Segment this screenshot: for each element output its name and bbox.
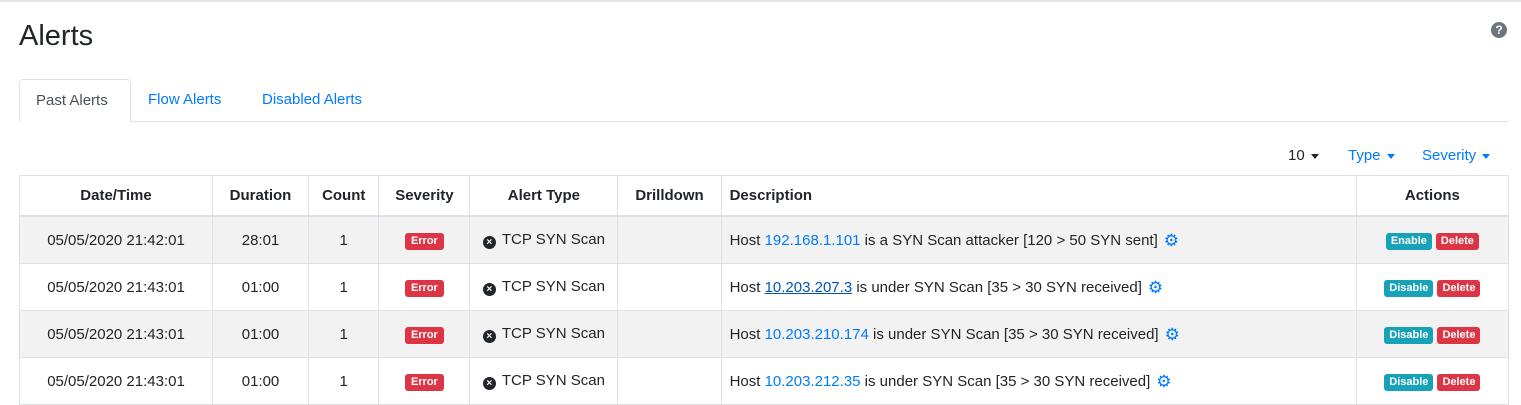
description-text: is under SYN Scan [35 > 30 SYN received] xyxy=(868,325,1159,343)
gear-icon[interactable]: ⚙ xyxy=(1156,373,1171,390)
host-link[interactable]: 10.203.207.3 xyxy=(765,279,853,296)
delete-button[interactable]: Delete xyxy=(1437,279,1481,297)
cell-datetime: 05/05/2020 21:43:01 xyxy=(18,357,214,405)
chevron-down-icon xyxy=(1482,153,1491,159)
table-header-row: Date/Time Duration Count Severity Alert … xyxy=(18,175,1510,217)
cell-severity: Error xyxy=(378,263,471,311)
cell-alert-type: × TCP SYN Scan xyxy=(469,357,619,405)
page-title: Alerts xyxy=(19,20,94,52)
host-link[interactable]: 10.203.212.35 xyxy=(765,373,861,390)
alerts-table: Date/Time Duration Count Severity Alert … xyxy=(18,175,1510,405)
type-filter-label: Type xyxy=(1348,147,1381,164)
severity-badge: Error xyxy=(404,373,444,391)
column-header-actions: Actions xyxy=(1355,175,1510,217)
cell-count: 1 xyxy=(307,215,380,264)
delete-button[interactable]: Delete xyxy=(1437,326,1481,344)
cell-duration: 01:00 xyxy=(212,357,309,405)
severity-filter-dropdown[interactable]: Severity xyxy=(1422,146,1491,166)
host-link[interactable]: 10.203.210.174 xyxy=(765,326,869,343)
table-row: 05/05/2020 21:43:01 01:00 1 Error × TCP S… xyxy=(18,263,1510,311)
cell-actions: Disable Delete xyxy=(1355,310,1510,358)
cell-count: 1 xyxy=(307,310,380,358)
severity-badge: Error xyxy=(404,279,444,297)
tab-bar: Past Alerts Flow Alerts Disabled Alerts xyxy=(19,79,1508,122)
gear-icon[interactable]: ⚙ xyxy=(1148,279,1163,296)
column-header-count[interactable]: Count xyxy=(307,175,380,217)
chevron-down-icon xyxy=(1310,153,1319,159)
host-link[interactable]: 192.168.1.101 xyxy=(765,232,861,249)
cell-datetime: 05/05/2020 21:43:01 xyxy=(18,310,214,358)
disable-button[interactable]: Disable xyxy=(1384,279,1434,297)
description-prefix: Host xyxy=(729,278,765,296)
table-row: 05/05/2020 21:42:01 28:01 1 Error × TCP S… xyxy=(18,215,1510,264)
question-circle-icon[interactable]: ? xyxy=(1491,22,1507,38)
page-size-value: 10 xyxy=(1288,147,1305,164)
cell-drilldown xyxy=(617,263,722,311)
cell-severity: Error xyxy=(378,215,471,264)
cell-drilldown xyxy=(617,215,722,264)
column-header-drilldown: Drilldown xyxy=(617,175,722,217)
cell-datetime: 05/05/2020 21:43:01 xyxy=(18,263,214,311)
cell-severity: Error xyxy=(378,310,471,358)
cell-alert-type: × TCP SYN Scan xyxy=(469,263,619,311)
cell-alert-type: × TCP SYN Scan xyxy=(469,215,619,264)
gear-icon[interactable]: ⚙ xyxy=(1165,326,1180,343)
description-prefix: Host xyxy=(729,231,765,249)
table-row: 05/05/2020 21:43:01 01:00 1 Error × TCP S… xyxy=(18,310,1510,358)
severity-badge: Error xyxy=(404,326,444,344)
alert-type-label: TCP SYN Scan xyxy=(501,325,605,342)
tab-disabled-alerts[interactable]: Disabled Alerts xyxy=(246,79,378,121)
chevron-down-icon xyxy=(1386,153,1395,159)
cell-count: 1 xyxy=(307,357,380,405)
severity-filter-label: Severity xyxy=(1422,147,1477,164)
tab-flow-alerts[interactable]: Flow Alerts xyxy=(132,79,237,121)
column-header-alert-type[interactable]: Alert Type xyxy=(469,175,619,217)
type-filter-dropdown[interactable]: Type xyxy=(1348,146,1395,166)
times-circle-icon: × xyxy=(482,236,496,249)
cell-datetime: 05/05/2020 21:42:01 xyxy=(18,215,214,264)
cell-alert-type: × TCP SYN Scan xyxy=(469,310,619,358)
cell-drilldown xyxy=(617,357,722,405)
alert-type-label: TCP SYN Scan xyxy=(501,231,605,248)
column-header-severity[interactable]: Severity xyxy=(378,175,471,217)
alert-type-label: TCP SYN Scan xyxy=(501,372,605,389)
cell-duration: 28:01 xyxy=(212,215,309,264)
times-circle-icon: × xyxy=(482,330,496,343)
cell-actions: Enable Delete xyxy=(1355,215,1510,264)
column-header-duration[interactable]: Duration xyxy=(212,175,309,217)
description-prefix: Host xyxy=(729,372,765,390)
cell-description: Host 10.203.207.3 is under SYN Scan [35 … xyxy=(720,263,1357,311)
cell-duration: 01:00 xyxy=(212,263,309,311)
table-row: 05/05/2020 21:43:01 01:00 1 Error × TCP S… xyxy=(18,357,1510,405)
gear-icon[interactable]: ⚙ xyxy=(1164,232,1179,249)
delete-button[interactable]: Delete xyxy=(1437,373,1481,391)
cell-count: 1 xyxy=(307,263,380,311)
column-header-description[interactable]: Description xyxy=(720,175,1357,217)
cell-description: Host 10.203.212.35 is under SYN Scan [35… xyxy=(720,357,1357,405)
page-size-dropdown[interactable]: 10 xyxy=(1288,146,1319,166)
severity-badge: Error xyxy=(404,232,444,250)
cell-duration: 01:00 xyxy=(212,310,309,358)
top-border xyxy=(0,0,1521,2)
tab-past-alerts[interactable]: Past Alerts xyxy=(19,79,131,122)
delete-button[interactable]: Delete xyxy=(1435,232,1479,250)
disable-button[interactable]: Disable xyxy=(1384,326,1434,344)
description-prefix: Host xyxy=(729,325,765,343)
cell-description: Host 10.203.210.174 is under SYN Scan [3… xyxy=(720,310,1357,358)
cell-severity: Error xyxy=(378,357,471,405)
description-text: is a SYN Scan attacker [120 > 50 SYN sen… xyxy=(860,231,1158,249)
cell-description: Host 192.168.1.101 is a SYN Scan attacke… xyxy=(720,215,1357,264)
alert-type-label: TCP SYN Scan xyxy=(501,278,605,295)
description-text: is under SYN Scan [35 > 30 SYN received] xyxy=(852,278,1142,296)
cell-actions: Disable Delete xyxy=(1355,357,1510,405)
disable-button[interactable]: Disable xyxy=(1384,373,1434,391)
cell-actions: Disable Delete xyxy=(1355,263,1510,311)
cell-drilldown xyxy=(617,310,722,358)
enable-button[interactable]: Enable xyxy=(1385,232,1432,250)
description-text: is under SYN Scan [35 > 30 SYN received] xyxy=(860,372,1151,390)
column-header-datetime[interactable]: Date/Time xyxy=(18,175,214,217)
times-circle-icon: × xyxy=(482,377,496,390)
times-circle-icon: × xyxy=(482,283,496,296)
